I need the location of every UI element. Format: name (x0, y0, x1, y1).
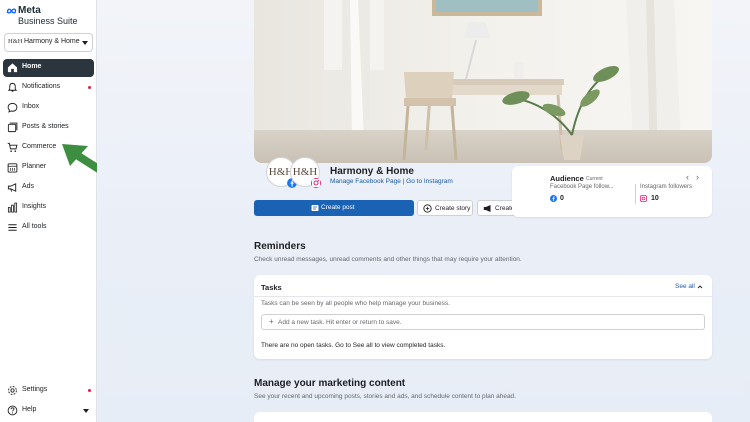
create-post-label: Create post (321, 204, 355, 211)
audience-title: Audience (550, 174, 584, 183)
calendar-icon (7, 163, 18, 173)
sidebar-item-label: Help (22, 406, 37, 413)
brand-name: Meta (18, 5, 41, 16)
bar-chart-icon (7, 202, 18, 213)
sidebar-item-home[interactable]: Home (3, 59, 94, 77)
facebook-followers-label: Facebook Page follow... (550, 184, 614, 190)
facebook-icon (550, 195, 557, 202)
meta-infinity-icon (6, 8, 17, 14)
question-icon (7, 405, 18, 416)
instagram-icon (640, 195, 647, 202)
desk-scene-image (254, 0, 712, 163)
instagram-icon (311, 178, 321, 188)
sidebar-item-posts-stories[interactable]: Posts & stories (3, 119, 94, 137)
chat-bubble-icon (7, 102, 18, 113)
tasks-card: Tasks See all Tasks can be seen by all p… (254, 275, 712, 359)
account-logo: H&H (8, 38, 23, 45)
marketing-title: Manage your marketing content (254, 378, 406, 389)
see-all-link[interactable]: See all (675, 283, 695, 290)
caret-down-icon (83, 409, 89, 413)
tasks-description: Tasks can be seen by all people who help… (261, 300, 450, 307)
manage-facebook-page-link[interactable]: Manage Facebook Page (330, 178, 401, 185)
sidebar-item-label: Inbox (22, 103, 40, 110)
sidebar-item-label: Commerce (22, 143, 57, 150)
main-content: H&H H&H Harmony & Home Manage Facebook P… (97, 0, 750, 422)
home-icon (7, 63, 18, 73)
chevron-right-icon[interactable]: › (696, 173, 699, 182)
notification-dot (88, 389, 91, 392)
sidebar-item-help[interactable]: Help (3, 402, 94, 420)
instagram-followers-count: 10 (651, 195, 659, 202)
sidebar-item-all-tools[interactable]: All tools (3, 219, 94, 237)
facebook-followers-count: 0 (560, 195, 564, 202)
story-icon (423, 204, 432, 213)
sidebar-item-inbox[interactable]: Inbox (3, 99, 94, 117)
create-story-button[interactable]: Create story (417, 200, 473, 216)
audience-divider (635, 184, 636, 204)
caret-down-icon (82, 41, 88, 45)
reminders-subtitle: Check unread messages, unread comments a… (254, 256, 522, 263)
reminders-title: Reminders (254, 241, 306, 252)
instagram-avatar[interactable]: H&H (290, 157, 321, 188)
go-to-instagram-link[interactable]: Go to Instagram (406, 178, 453, 185)
cover-photo (254, 0, 712, 163)
gear-icon (8, 386, 17, 395)
cart-icon (7, 142, 18, 152)
sidebar-item-label: Home (22, 63, 42, 70)
plus-icon: + (269, 317, 274, 326)
avatar-text: H&H (292, 166, 318, 178)
menu-icon (8, 224, 17, 231)
account-switcher[interactable]: H&H Harmony & Home (4, 33, 93, 52)
brand-product: Business Suite (18, 16, 78, 26)
tasks-title: Tasks (261, 283, 282, 292)
posts-icon (7, 122, 18, 133)
new-task-placeholder: Add a new task. Hit enter or return to s… (278, 319, 402, 326)
sidebar: Meta Business Suite H&H Harmony & Home H… (0, 0, 97, 422)
divider (254, 296, 712, 297)
new-task-input[interactable]: + Add a new task. Hit enter or return to… (261, 314, 705, 330)
sidebar-item-label: Notifications (22, 83, 61, 90)
tasks-empty-message: There are no open tasks. Go to See all t… (261, 342, 446, 349)
sidebar-item-notifications[interactable]: Notifications (3, 79, 94, 97)
megaphone-icon (483, 205, 491, 212)
chevron-left-icon[interactable]: ‹ (686, 173, 689, 182)
sidebar-item-settings[interactable]: Settings (3, 382, 94, 400)
sidebar-item-label: All tools (22, 223, 47, 230)
link-separator: | (402, 178, 405, 185)
instagram-followers-label: Instagram followers (640, 184, 693, 190)
create-post-button[interactable]: Create post (254, 200, 414, 216)
page-name: Harmony & Home (330, 166, 414, 177)
sidebar-item-insights[interactable]: Insights (3, 199, 94, 217)
sidebar-item-label: Ads (22, 183, 35, 190)
create-story-label: Create story (435, 205, 471, 212)
sidebar-item-label: Insights (22, 203, 47, 210)
marketing-content-card (254, 412, 712, 422)
compose-icon (311, 205, 319, 211)
bell-icon (7, 82, 18, 92)
sidebar-item-label: Settings (22, 386, 48, 393)
chevron-up-icon[interactable] (697, 284, 703, 290)
sidebar-item-label: Posts & stories (22, 123, 69, 130)
notification-dot (88, 86, 91, 89)
sidebar-item-label: Planner (22, 163, 47, 170)
page-links: Manage Facebook Page | Go to Instagram (330, 178, 453, 185)
meta-business-suite-logo[interactable]: Meta Business Suite (6, 6, 92, 26)
audience-card: Audience Current ‹ › Facebook Page follo… (512, 166, 712, 217)
account-name: Harmony & Home (24, 38, 80, 45)
megaphone-icon (7, 183, 17, 192)
audience-tag: Current (586, 176, 603, 182)
marketing-subtitle: See your recent and upcoming posts, stor… (254, 393, 516, 400)
